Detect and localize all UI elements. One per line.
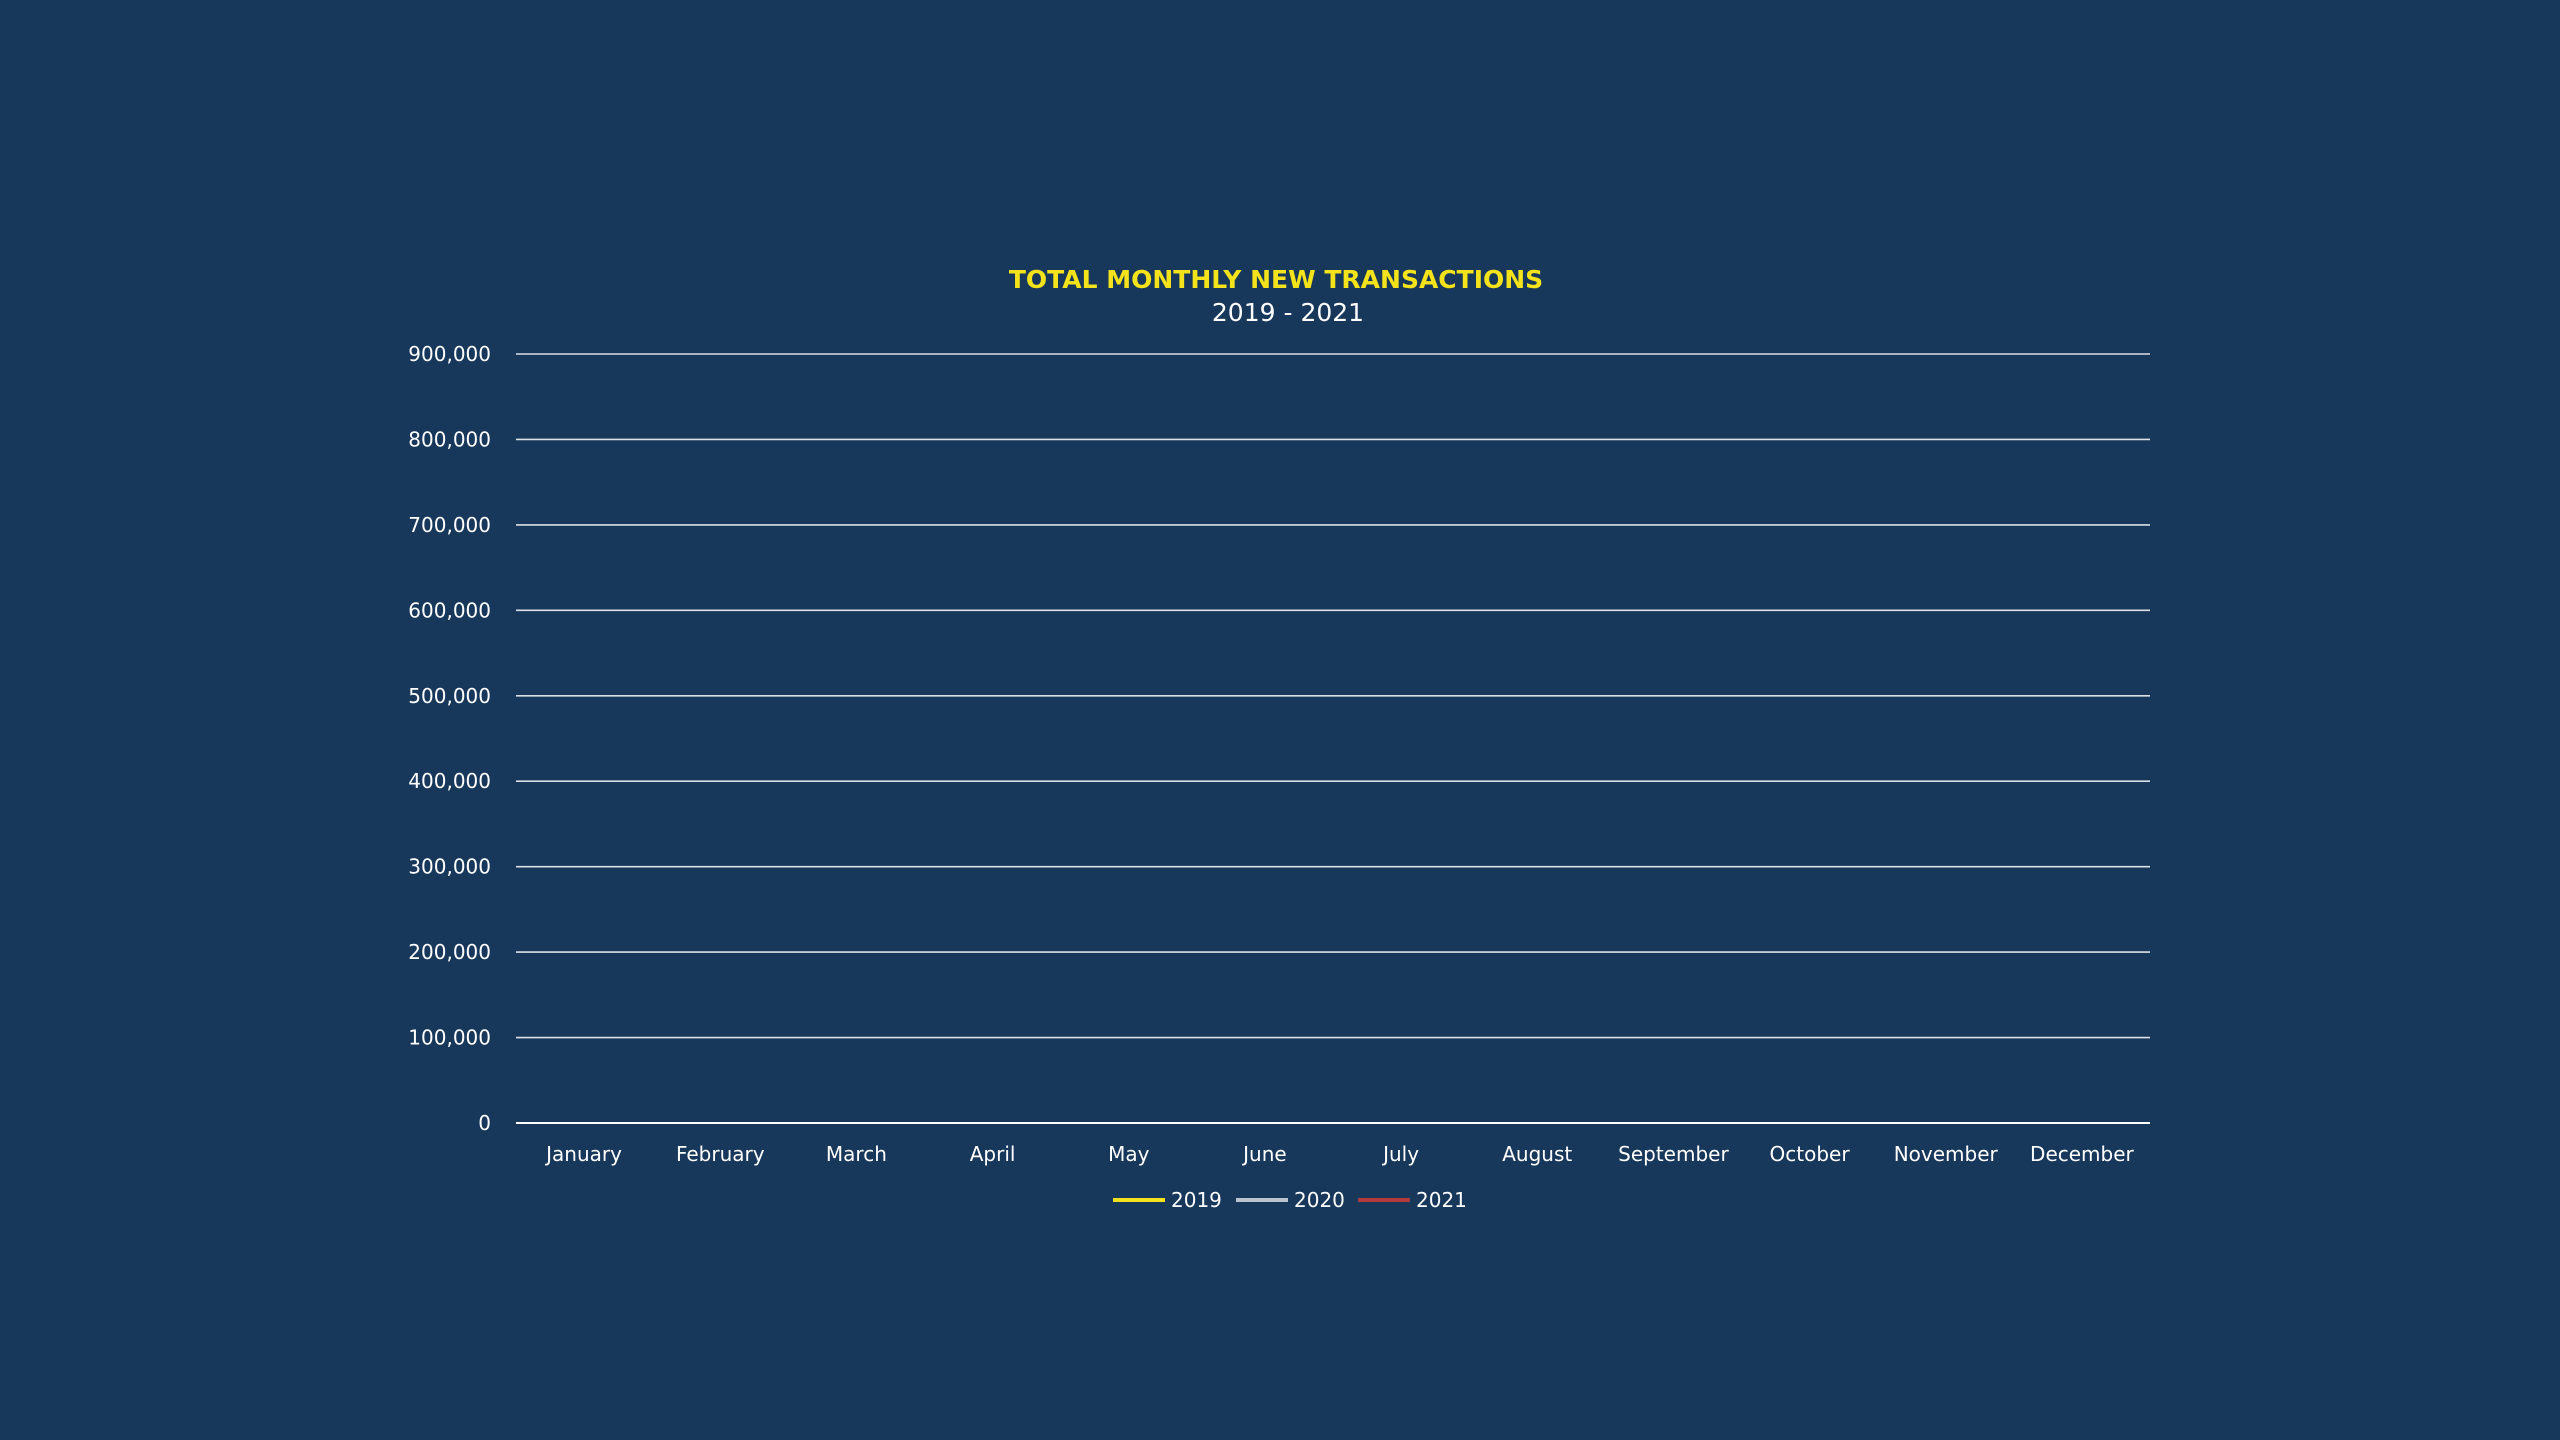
y-tick-label: 700,000 bbox=[408, 513, 491, 537]
y-tick-label: 0 bbox=[478, 1111, 491, 1135]
x-tick-label: May bbox=[1108, 1142, 1150, 1166]
legend: 2019 2020 2021 bbox=[1113, 1188, 1467, 1212]
legend-label: 2019 bbox=[1171, 1188, 1222, 1212]
x-tick-label: March bbox=[826, 1142, 887, 1166]
y-tick-label: 200,000 bbox=[408, 940, 491, 964]
y-tick-label: 100,000 bbox=[408, 1026, 491, 1050]
legend-item: 2021 bbox=[1358, 1188, 1467, 1212]
y-tick-label: 900,000 bbox=[408, 342, 491, 366]
chart-subtitle: 2019 - 2021 bbox=[1212, 298, 1364, 327]
x-tick-label: June bbox=[1241, 1142, 1287, 1166]
x-tick-label: December bbox=[2030, 1142, 2134, 1166]
x-tick-label: August bbox=[1502, 1142, 1572, 1166]
y-tick-label: 400,000 bbox=[408, 769, 491, 793]
legend-label: 2020 bbox=[1294, 1188, 1345, 1212]
x-tick-label: July bbox=[1381, 1142, 1419, 1166]
chart-svg: TOTAL MONTHLY NEW TRANSACTIONS 2019 - 20… bbox=[408, 265, 2150, 1212]
y-tick-label: 800,000 bbox=[408, 427, 491, 451]
legend-item: 2020 bbox=[1236, 1188, 1345, 1212]
x-tick-label: February bbox=[676, 1142, 765, 1166]
chart-stage: TOTAL MONTHLY NEW TRANSACTIONS 2019 - 20… bbox=[0, 0, 2560, 1440]
y-tick-label: 500,000 bbox=[408, 684, 491, 708]
x-tick-label: October bbox=[1770, 1142, 1851, 1166]
y-axis-ticks: 900,000 800,000 700,000 600,000 500,000 400,0… bbox=[408, 342, 491, 1135]
x-axis-ticks: January February March April May June July Augu… bbox=[544, 1142, 2134, 1166]
grid-layer bbox=[516, 353, 2150, 1124]
x-tick-label: January bbox=[544, 1142, 622, 1166]
chart-title: TOTAL MONTHLY NEW TRANSACTIONS bbox=[1009, 265, 1543, 294]
x-tick-label: April bbox=[970, 1142, 1016, 1166]
y-tick-label: 600,000 bbox=[408, 598, 491, 622]
x-tick-label: September bbox=[1618, 1142, 1729, 1166]
legend-label: 2021 bbox=[1416, 1188, 1467, 1212]
legend-item: 2019 bbox=[1113, 1188, 1222, 1212]
x-tick-label: November bbox=[1894, 1142, 1999, 1166]
y-tick-label: 300,000 bbox=[408, 855, 491, 879]
